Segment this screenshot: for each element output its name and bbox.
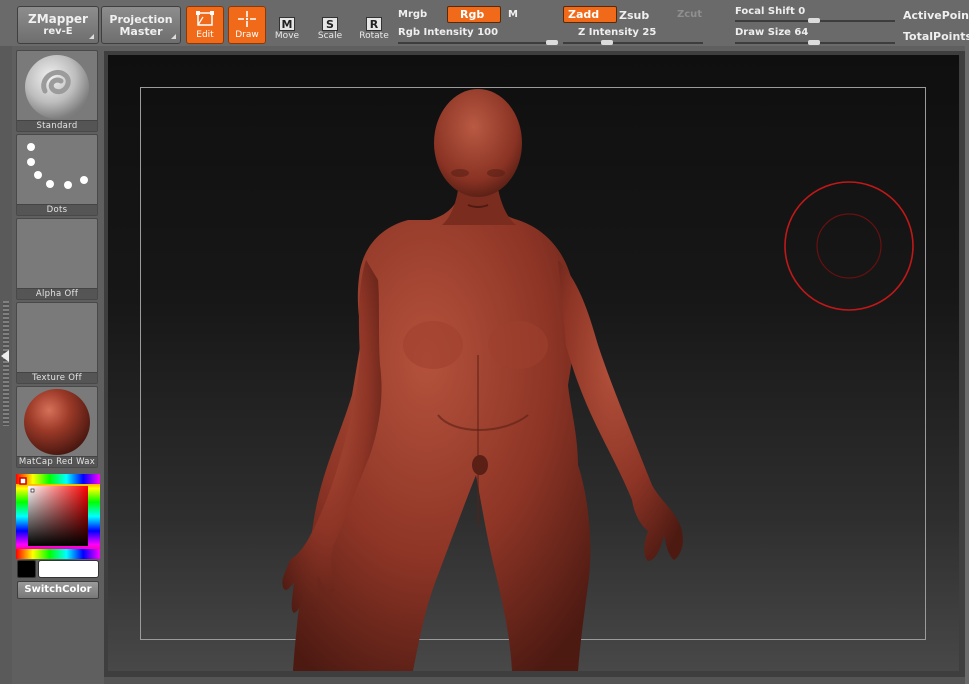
rgb-intensity-knob[interactable]	[546, 40, 558, 45]
scale-label: Scale	[317, 31, 343, 41]
document-canvas-frame	[104, 51, 965, 677]
rotate-label: Rotate	[359, 31, 389, 41]
edit-icon	[196, 11, 214, 26]
z-intensity-knob[interactable]	[601, 40, 613, 45]
draw-size-value: 64	[794, 27, 809, 38]
rgb-label: Rgb	[460, 8, 485, 21]
rgb-toggle[interactable]: Rgb	[447, 6, 501, 23]
move-icon: M	[279, 17, 295, 31]
zmapper-button[interactable]: ZMapper rev-E	[17, 6, 99, 44]
z-intensity-value: 25	[642, 27, 657, 38]
scale-button[interactable]: S Scale	[311, 6, 349, 44]
total-points-readout: TotalPoints	[903, 30, 969, 43]
scale-icon: S	[322, 17, 338, 31]
move-button[interactable]: M Move	[268, 6, 306, 44]
draw-size-knob[interactable]	[808, 40, 820, 45]
focal-shift-knob[interactable]	[808, 18, 820, 23]
stroke-dots-thumbnail	[27, 143, 88, 189]
alpha-label: Alpha Off	[17, 288, 97, 299]
edit-label: Edit	[196, 30, 214, 40]
projection-label-1: Projection	[109, 12, 173, 26]
stroke-selector[interactable]: Dots	[16, 134, 98, 216]
z-intensity-slider[interactable]: Z Intensity 25	[578, 27, 656, 38]
focal-shift-label: Focal Shift	[735, 6, 795, 17]
draw-label: Draw	[235, 30, 259, 40]
stroke-label: Dots	[17, 204, 97, 215]
brush-label: Standard	[17, 120, 97, 131]
mrgb-toggle[interactable]: Mrgb	[398, 9, 427, 20]
rgb-intensity-slider[interactable]: Rgb Intensity 100	[398, 27, 498, 38]
brush-cursor	[784, 181, 914, 311]
zmapper-version: rev-E	[43, 25, 73, 37]
tray-toggle-arrow-icon[interactable]	[1, 350, 9, 362]
z-intensity-track	[563, 42, 703, 44]
rotate-button[interactable]: R Rotate	[355, 6, 393, 44]
secondary-color-swatch[interactable]	[38, 560, 99, 578]
bottom-tray-strip	[104, 677, 965, 684]
edit-button[interactable]: Edit	[186, 6, 224, 44]
draw-button[interactable]: Draw	[228, 6, 266, 44]
material-sphere-thumbnail	[24, 389, 90, 455]
zmapper-label: ZMapper	[28, 11, 88, 26]
draw-icon	[238, 11, 256, 27]
main-color-swatch[interactable]	[17, 560, 36, 578]
texture-label: Texture Off	[17, 372, 97, 383]
projection-label-2: Master	[119, 24, 163, 38]
brush-thumbnail	[25, 55, 89, 119]
zadd-label: Zadd	[568, 8, 600, 21]
texture-selector[interactable]: Texture Off	[16, 302, 98, 384]
m-toggle[interactable]: M	[508, 9, 518, 20]
color-picker[interactable]	[16, 474, 100, 559]
focal-shift-slider[interactable]: Focal Shift 0	[735, 6, 805, 17]
rgb-intensity-track	[398, 42, 558, 44]
left-tray-strip	[0, 46, 12, 684]
zcut-toggle[interactable]: Zcut	[677, 9, 702, 20]
rgb-intensity-value: 100	[477, 27, 499, 38]
z-intensity-label: Z Intensity	[578, 27, 639, 38]
zadd-toggle[interactable]: Zadd	[563, 6, 617, 23]
focal-shift-value: 0	[798, 6, 806, 17]
sculpt-model	[282, 89, 683, 671]
rgb-intensity-label: Rgb Intensity	[398, 27, 474, 38]
color-picker-gradient[interactable]	[16, 474, 100, 559]
brush-selector[interactable]: Standard	[16, 50, 98, 132]
projection-master-button[interactable]: Projection Master	[101, 6, 181, 44]
viewport-canvas[interactable]	[108, 55, 959, 671]
right-tray-strip	[965, 46, 969, 684]
rotate-icon: R	[366, 17, 382, 31]
move-label: Move	[274, 31, 300, 41]
switch-color-button[interactable]: SwitchColor	[17, 581, 99, 599]
tray-handle[interactable]	[3, 301, 9, 426]
top-toolbar: ZMapper rev-E Projection Master Edit Dra…	[0, 0, 969, 46]
zsub-toggle[interactable]: Zsub	[619, 9, 649, 22]
draw-size-label: Draw Size	[735, 27, 791, 38]
material-selector[interactable]: MatCap Red Wax	[16, 386, 98, 468]
material-label: MatCap Red Wax	[17, 456, 97, 467]
active-points-readout: ActivePoint	[903, 9, 969, 22]
draw-size-slider[interactable]: Draw Size 64	[735, 27, 808, 38]
alpha-selector[interactable]: Alpha Off	[16, 218, 98, 300]
color-swatches	[16, 560, 100, 578]
